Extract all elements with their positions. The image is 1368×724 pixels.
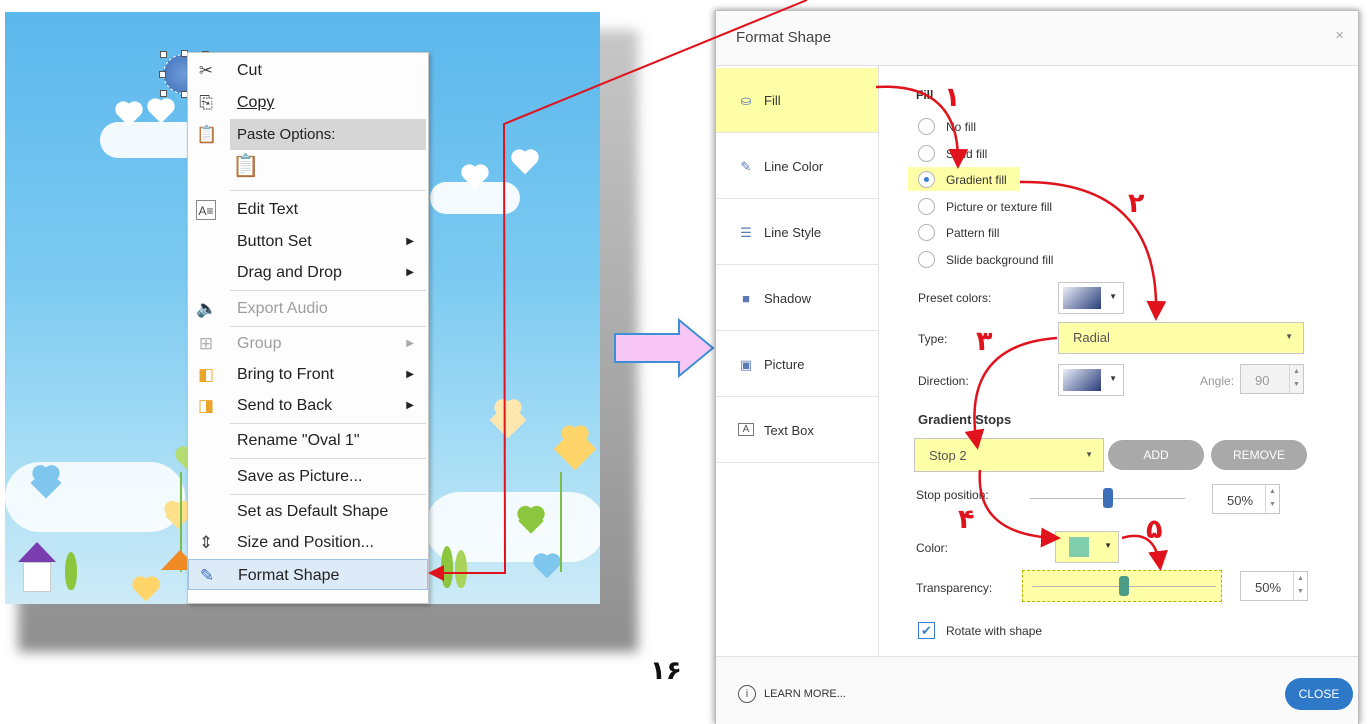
step-number-3: ۳: [976, 326, 993, 357]
step-number-5: ۵: [1146, 514, 1163, 545]
tutorial-page: ✂ Cut ⎘ Copy 📋 Paste Options: 📋 A≡ Edit …: [0, 0, 1368, 724]
arrow-to-format-shape: [428, 0, 808, 581]
arrow-step-4: [978, 469, 1061, 548]
annotation-arrows: [428, 0, 1168, 581]
step-number-2: ۲: [1128, 188, 1145, 219]
step-number-4: ۴: [958, 504, 975, 535]
step-number-1: ۱: [944, 82, 961, 113]
